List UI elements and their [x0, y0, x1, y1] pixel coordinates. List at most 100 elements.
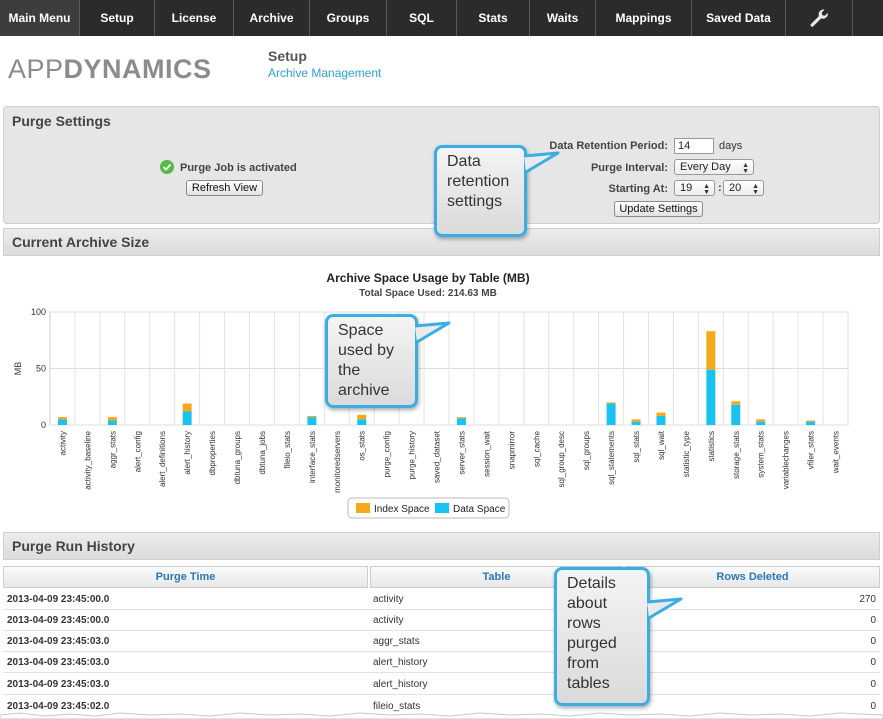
x-tick-label: statistic_type [682, 430, 691, 477]
purge-time-cell: 2013-04-09 23:45:03.0 [7, 679, 110, 690]
table-cell: aggr_stats [373, 636, 420, 647]
starting-at-label: Starting At: [608, 183, 668, 195]
x-tick-label: purge_history [408, 431, 417, 479]
rows-deleted-cell: 270 [859, 594, 876, 605]
chart-title: Archive Space Usage by Table (MB) [326, 271, 529, 285]
bar-data-space [631, 421, 641, 425]
legend-swatch-index [356, 503, 370, 513]
table-cell: activity [373, 615, 404, 626]
callout-space-pointer [415, 321, 451, 344]
table-row: 2013-04-09 23:45:03.0 alert_history 0 [3, 674, 880, 695]
bar-data-space [756, 421, 766, 425]
nav-stats[interactable]: Stats [457, 0, 530, 36]
nav-sql[interactable]: SQL [387, 0, 457, 36]
rows-deleted-cell: 0 [870, 636, 876, 647]
x-tick-label: alert_history [183, 431, 192, 475]
time-separator: : [718, 182, 722, 194]
table-cell: activity [373, 594, 404, 605]
x-tick-label: sql_cache [532, 430, 541, 467]
x-tick-label: server_stats [457, 431, 466, 475]
check-circle-icon [160, 160, 174, 174]
x-tick-label: sql_wait [657, 430, 666, 460]
x-tick-label: snapmirror [507, 431, 516, 470]
callout-purge-details: Details about rows purged from tables [554, 567, 650, 706]
y-axis-label: MB [13, 362, 23, 376]
nav-setup[interactable]: Setup [80, 0, 155, 36]
x-tick-label: dbtuna_jobs [258, 431, 267, 475]
top-nav: Main Menu Setup License Archive Groups S… [0, 0, 883, 36]
table-row: 2013-04-09 23:45:00.0 activity 0 [3, 610, 880, 631]
x-tick-label: storage_stats [732, 431, 741, 479]
x-tick-label: statistics [707, 431, 716, 462]
select-arrows-icon: ▲ ▼ [742, 162, 749, 175]
bar-data-space [656, 415, 666, 425]
bar-index-space [456, 417, 466, 419]
bar-data-space [706, 369, 716, 425]
bar-index-space [731, 401, 741, 405]
bar-index-space [656, 412, 666, 416]
x-tick-label: fileio_stats [283, 431, 292, 469]
x-tick-label: sql_groups [582, 431, 591, 470]
column-header-rows-deleted[interactable]: Rows Deleted [625, 566, 880, 588]
x-tick-label: dbproperties [208, 431, 217, 475]
table-cell: alert_history [373, 679, 428, 690]
purge-time-cell: 2013-04-09 23:45:03.0 [7, 636, 110, 647]
x-tick-label: dbtuna_groups [233, 431, 242, 484]
bar-data-space [182, 411, 192, 425]
x-tick-label: saved_dataset [433, 430, 442, 483]
nav-groups[interactable]: Groups [310, 0, 387, 36]
purge-job-status: Purge Job is activated [180, 162, 297, 174]
x-tick-label: activity_baseline [83, 430, 92, 489]
column-header-purge-time[interactable]: Purge Time [3, 566, 368, 588]
nav-mappings[interactable]: Mappings [596, 0, 692, 36]
bar-index-space [57, 417, 67, 420]
purge-settings-title: Purge Settings [12, 113, 111, 129]
bar-data-space [57, 419, 67, 425]
nav-license[interactable]: License [155, 0, 234, 36]
x-tick-label: purge_config [383, 431, 392, 477]
table-row: 2013-04-09 23:45:03.0 alert_history 0 [3, 652, 880, 673]
breadcrumb-archive-management[interactable]: Archive Management [268, 66, 381, 80]
x-tick-label: os_stats [358, 431, 367, 461]
nav-main-menu[interactable]: Main Menu [0, 0, 80, 36]
start-minute-select[interactable]: 20 ▲ ▼ [723, 180, 764, 196]
retention-input[interactable]: 14 [674, 138, 714, 154]
x-tick-label: aggr_stats [108, 431, 117, 468]
x-tick-label: variablechanges [782, 431, 791, 489]
bar-data-space [731, 404, 741, 425]
callout-space-used: Space used by the archive [325, 314, 418, 408]
page-title: Setup [268, 48, 307, 64]
legend-label-index: Index Space [374, 504, 430, 515]
y-tick-label: 100 [31, 307, 46, 317]
nav-waits[interactable]: Waits [530, 0, 596, 36]
chart-subtitle: Total Space Used: 214.63 MB [359, 288, 497, 299]
bar-index-space [606, 402, 616, 404]
wrench-icon[interactable] [786, 0, 853, 36]
nav-archive[interactable]: Archive [234, 0, 310, 36]
bar-data-space [456, 418, 466, 425]
appdynamics-logo: APPDYNAMICS [8, 54, 212, 84]
bar-data-space [357, 419, 367, 425]
callout-retention-settings: Data retention settings [434, 145, 527, 237]
y-tick-label: 50 [36, 364, 46, 374]
x-tick-label: activity [58, 431, 67, 455]
current-archive-size-title: Current Archive Size [12, 234, 150, 250]
select-arrows-icon: ▲ ▼ [703, 183, 710, 196]
rows-deleted-cell: 0 [870, 615, 876, 626]
update-settings-button[interactable]: Update Settings [614, 201, 703, 217]
callout-details-pointer [647, 597, 683, 620]
start-hour-select[interactable]: 19 ▲ ▼ [674, 180, 715, 196]
table-cell: fileio_stats [373, 701, 421, 712]
x-tick-label: sql_statements [607, 431, 616, 485]
purge-interval-select[interactable]: Every Day ▲ ▼ [674, 159, 754, 175]
archive-space-chart: Archive Space Usage by Table (MB) Total S… [13, 271, 849, 519]
rows-deleted-cell: 0 [870, 679, 876, 690]
select-arrows-icon: ▲ ▼ [752, 183, 759, 196]
bar-index-space [307, 415, 317, 418]
legend-label-data: Data Space [453, 504, 506, 515]
refresh-view-button[interactable]: Refresh View [186, 180, 263, 196]
x-tick-label: interface_stats [308, 431, 317, 483]
table-row: 2013-04-09 23:45:03.0 aggr_stats 0 [3, 631, 880, 652]
nav-saved-data[interactable]: Saved Data [692, 0, 786, 36]
x-tick-label: session_wait [482, 430, 491, 477]
